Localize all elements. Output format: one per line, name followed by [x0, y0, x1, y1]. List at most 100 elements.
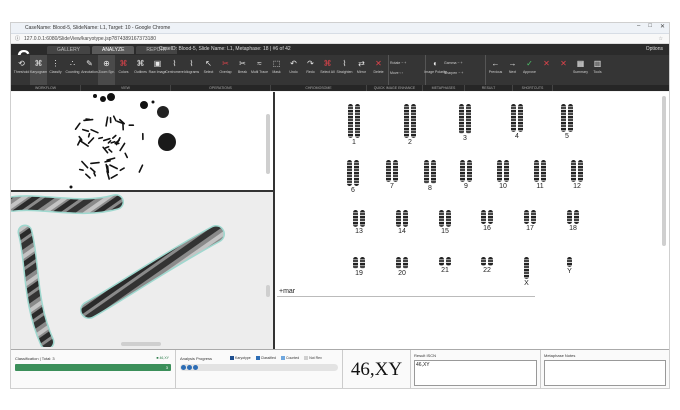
chromosome[interactable]: [446, 257, 451, 266]
chromosome[interactable]: [403, 210, 408, 227]
chromosome-pair-3[interactable]: 3: [459, 104, 471, 142]
chromosome[interactable]: [353, 210, 358, 227]
tab-gallery[interactable]: GALLERY: [47, 46, 90, 54]
chromosome[interactable]: [355, 104, 360, 138]
select-all-button[interactable]: ⌘ Select All: [319, 55, 336, 85]
chromosome-pair-19[interactable]: 19: [353, 257, 365, 277]
chromosome[interactable]: [567, 210, 572, 224]
break-button[interactable]: ✂ Break: [234, 55, 251, 85]
chromosome[interactable]: [439, 210, 444, 227]
chromosome[interactable]: [360, 210, 365, 227]
karyogram-button[interactable]: ⌘ Karyogram: [30, 55, 47, 85]
chromosome-pair-9[interactable]: 9: [460, 160, 472, 190]
reject-button[interactable]: ✕: [538, 55, 555, 85]
chromosome[interactable]: [403, 257, 408, 269]
chromosome-pair-13[interactable]: 13: [353, 210, 365, 235]
chromosome[interactable]: [571, 160, 576, 182]
move-control[interactable]: Move ‹ ›: [390, 71, 424, 75]
chromosome[interactable]: [481, 210, 486, 224]
thumbnail-scrollbar[interactable]: [266, 114, 270, 174]
flag-button[interactable]: ✕: [555, 55, 572, 85]
chromosome[interactable]: [481, 257, 486, 266]
approve-button[interactable]: ✓ Approve: [521, 55, 538, 85]
next-button[interactable]: → Next: [504, 55, 521, 85]
iscn-input[interactable]: 46,XY: [414, 360, 537, 386]
chromosome[interactable]: [347, 160, 352, 186]
chromosome-pair-x[interactable]: X: [524, 257, 529, 287]
maximize-icon[interactable]: □: [648, 23, 652, 30]
chromosome-pair-5[interactable]: 5: [561, 104, 573, 140]
chromosome[interactable]: [353, 257, 358, 269]
redo-button[interactable]: ↷ Redo: [302, 55, 319, 85]
chromosome-pair-16[interactable]: 16: [481, 210, 493, 232]
chromosome[interactable]: [561, 104, 566, 132]
delete-button[interactable]: ✕ Delete: [370, 55, 387, 85]
metaphase-thumbnail[interactable]: [11, 92, 273, 192]
chromosome[interactable]: [488, 210, 493, 224]
threshold-button[interactable]: ⟲ Threshold: [13, 55, 30, 85]
rotate-control[interactable]: Rotate − +: [390, 61, 424, 65]
chromosome-pair-10[interactable]: 10: [497, 160, 509, 190]
address-bar[interactable]: ⓘ 127.0.0.1:6080/SlideView/karyotype.jsp…: [11, 34, 669, 44]
chromosome[interactable]: [488, 257, 493, 266]
mirror-button[interactable]: ⇄ Mirror: [353, 55, 370, 85]
chromosome-pair-14[interactable]: 14: [396, 210, 408, 235]
centromere-button[interactable]: ⌇ Centromere: [165, 55, 183, 85]
annotation-button[interactable]: ✎ Annotation: [81, 55, 98, 85]
chromosome[interactable]: [431, 160, 436, 184]
chromosome[interactable]: [354, 160, 359, 186]
chromosome[interactable]: [411, 104, 416, 138]
chromosome[interactable]: [459, 104, 464, 134]
chromosome[interactable]: [424, 160, 429, 184]
chromosome[interactable]: [568, 104, 573, 132]
chromosome-pair-22[interactable]: 22: [481, 257, 493, 274]
chromosome[interactable]: [404, 104, 409, 138]
classify-button[interactable]: ⋮ Classify: [47, 55, 64, 85]
karyogram-scrollbar[interactable]: [662, 96, 666, 246]
chromosome[interactable]: [524, 257, 529, 279]
karyogram-view[interactable]: 1 2 3 4 5 6 7 8 9 10 11 12 13 14 15 16 17 18 19 20 21 22 X Y +m…: [275, 92, 669, 349]
chromosome-zoom-view[interactable]: [11, 192, 273, 349]
chromosome[interactable]: [360, 257, 365, 269]
chromosome[interactable]: [511, 104, 516, 132]
counting-button[interactable]: ∴ Counting: [64, 55, 81, 85]
chromosome[interactable]: [348, 104, 353, 138]
chromosome-pair-21[interactable]: 21: [439, 257, 451, 274]
overlap-button[interactable]: ✂ Overlap: [217, 55, 234, 85]
image-polarity-button[interactable]: ◐ Image Polarity: [424, 55, 446, 85]
straighten-button[interactable]: ⌇ Straighten: [336, 55, 353, 85]
chromosome-pair-2[interactable]: 2: [404, 104, 416, 146]
chromosome[interactable]: [393, 160, 398, 182]
undo-button[interactable]: ↶ Undo: [285, 55, 302, 85]
chromosome-pair-15[interactable]: 15: [439, 210, 451, 235]
chromosome[interactable]: [574, 210, 579, 224]
chromosome-pair-7[interactable]: 7: [386, 160, 398, 190]
previous-button[interactable]: ← Previous: [487, 55, 504, 85]
chromosome-pair-18[interactable]: 18: [567, 210, 579, 232]
chromosome[interactable]: [396, 257, 401, 269]
chromosome-pair-8[interactable]: 8: [424, 160, 436, 192]
chromosome[interactable]: [460, 160, 465, 182]
chromosome[interactable]: [578, 160, 583, 182]
chromosome[interactable]: [518, 104, 523, 132]
idiograms-button[interactable]: ⌇ Idiograms: [183, 55, 200, 85]
chromosome[interactable]: [467, 160, 472, 182]
zoom-spr-button[interactable]: ⊕ Zoom Spr.: [98, 55, 115, 85]
chromosome[interactable]: [504, 160, 509, 182]
chromosome[interactable]: [531, 210, 536, 224]
zoom-horizontal-scrollbar[interactable]: [121, 342, 161, 346]
chromosome-pair-12[interactable]: 12: [571, 160, 583, 190]
chromosome[interactable]: [567, 257, 572, 267]
chromosome-pair-20[interactable]: 20: [396, 257, 408, 277]
chromosome[interactable]: [386, 160, 391, 182]
marker-chromosome-row[interactable]: +mar: [277, 287, 535, 297]
chromosome-pair-1[interactable]: 1: [348, 104, 360, 146]
chromosome-pair-17[interactable]: 17: [524, 210, 536, 232]
url-text[interactable]: 127.0.0.1:6080/SlideView/karyotype.jsp?8…: [24, 36, 156, 42]
chromosome[interactable]: [534, 160, 539, 182]
chromosome-pair-4[interactable]: 4: [511, 104, 523, 140]
minimize-icon[interactable]: –: [637, 23, 640, 30]
chromosome[interactable]: [396, 210, 401, 227]
sharpen-control[interactable]: Sharpen − +: [444, 71, 484, 75]
gamma-control[interactable]: Gamma − +: [444, 61, 484, 65]
